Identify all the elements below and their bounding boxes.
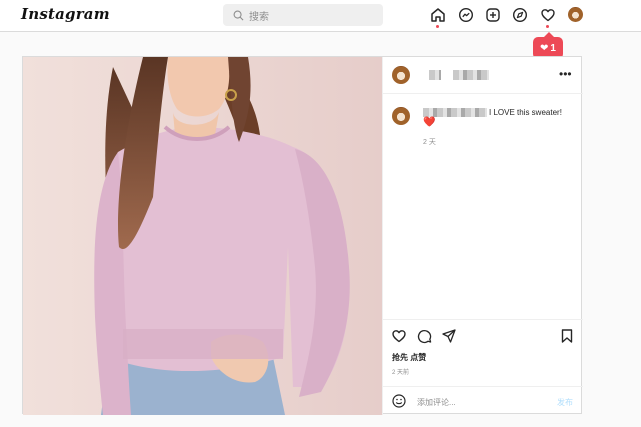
search-input[interactable]: 搜索 — [223, 4, 383, 26]
activity-heart-icon[interactable] — [539, 6, 557, 24]
search-icon — [232, 9, 244, 21]
new-post-icon[interactable] — [484, 6, 502, 24]
top-nav-bar: Instagram 搜索 — [0, 0, 641, 32]
notification-count: 1 — [550, 42, 556, 54]
comment-text: I LOVE this sweater! — [489, 108, 562, 117]
search-placeholder: 搜索 — [249, 11, 269, 23]
post-card: ••• I LOVE this sweater! ❤️ 2 天 抢先 点赞 2 … — [22, 56, 583, 415]
comment-icon[interactable] — [416, 328, 432, 344]
post-photo[interactable] — [23, 57, 382, 415]
post-time: 2 天前 — [392, 370, 410, 376]
emoji-icon[interactable] — [392, 394, 406, 408]
home-active-dot — [436, 25, 439, 28]
heart-emoji: ❤️ — [423, 117, 436, 128]
post-sidebar: ••• I LOVE this sweater! ❤️ 2 天 抢先 点赞 2 … — [382, 57, 583, 415]
author-avatar[interactable] — [392, 66, 410, 84]
share-send-icon[interactable] — [441, 328, 457, 344]
explore-icon[interactable] — [511, 6, 529, 24]
home-icon[interactable] — [429, 6, 447, 24]
add-comment-input[interactable]: 添加评论... — [417, 397, 456, 408]
be-first-to-like[interactable]: 抢先 点赞 — [392, 352, 426, 363]
commenter-avatar[interactable] — [392, 107, 410, 125]
save-bookmark-icon[interactable] — [559, 328, 575, 344]
more-options-icon[interactable]: ••• — [559, 67, 572, 81]
profile-avatar[interactable] — [568, 7, 583, 22]
post-actions: 抢先 点赞 2 天前 添加评论... 发布 — [383, 319, 583, 416]
comment-time: 2 天 — [423, 139, 436, 146]
instagram-logo[interactable]: Instagram — [21, 5, 110, 23]
author-name-redacted-2[interactable] — [453, 70, 489, 80]
heart-icon: ❤ — [540, 42, 549, 54]
activity-active-dot — [546, 25, 549, 28]
post-header: ••• — [383, 57, 583, 94]
messenger-icon[interactable] — [457, 6, 475, 24]
post-comment-button[interactable]: 发布 — [557, 397, 573, 408]
author-name-redacted[interactable] — [429, 70, 441, 80]
add-comment-bar: 添加评论... 发布 — [383, 386, 583, 417]
like-heart-icon[interactable] — [391, 328, 407, 344]
commenter-name-redacted[interactable] — [423, 108, 487, 117]
